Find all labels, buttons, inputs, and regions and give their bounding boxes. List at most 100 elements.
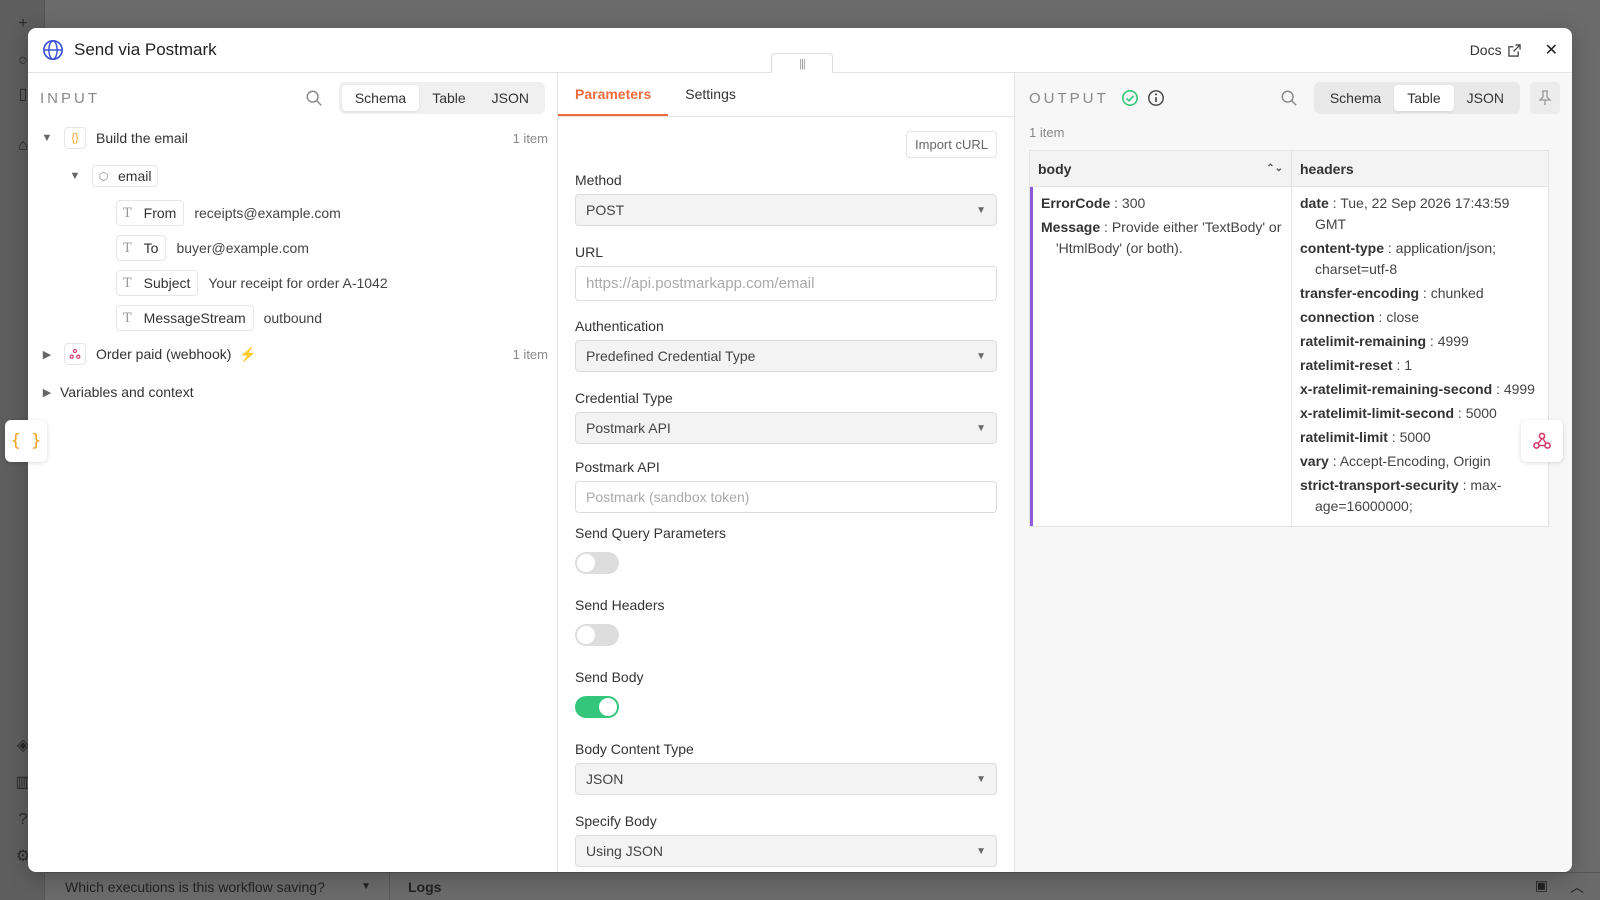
specify-body-value: Using JSON bbox=[586, 843, 664, 859]
docs-link[interactable]: Docs bbox=[1470, 42, 1521, 58]
credential-type-label: Credential Type bbox=[575, 390, 673, 406]
collapse-icon[interactable]: ⌃⌄ bbox=[1266, 163, 1283, 174]
previous-node-button[interactable]: { } bbox=[5, 420, 47, 462]
kv-key: transfer-encoding bbox=[1300, 285, 1420, 301]
chevron-down-icon[interactable]: ▼ bbox=[40, 132, 54, 144]
email-node-label: email bbox=[114, 165, 159, 187]
input-view-json[interactable]: JSON bbox=[479, 85, 542, 111]
header-kv: x-ratelimit-remaining-second : 4999 bbox=[1300, 381, 1535, 397]
input-view-schema[interactable]: Schema bbox=[341, 85, 420, 111]
header-kv: vary : Accept-Encoding, Origin bbox=[1300, 453, 1491, 469]
credential-type-value: Postmark API bbox=[586, 420, 671, 436]
body-content-type-select[interactable]: JSON ▼ bbox=[575, 763, 997, 795]
item-count: 1 item bbox=[512, 130, 548, 146]
input-pane: INPUT Schema Table JSON ▼ {} Build the e… bbox=[28, 73, 558, 872]
authentication-select[interactable]: Predefined Credential Type ▼ bbox=[575, 340, 997, 372]
globe-icon bbox=[43, 40, 63, 60]
chevron-right-icon[interactable]: ▶ bbox=[40, 386, 54, 399]
tab-settings[interactable]: Settings bbox=[668, 73, 753, 116]
output-label: OUTPUT bbox=[1029, 89, 1109, 107]
webhook-icon bbox=[64, 343, 86, 365]
node-modal: Send via Postmark Docs ✕ ||| INPUT Schem… bbox=[28, 28, 1572, 872]
column-header-headers[interactable]: headers bbox=[1292, 151, 1548, 186]
kv-key: vary bbox=[1300, 453, 1329, 469]
specify-body-select[interactable]: Using JSON ▼ bbox=[575, 835, 997, 867]
next-node-button[interactable] bbox=[1521, 420, 1563, 462]
authentication-label: Authentication bbox=[575, 318, 664, 334]
table-row: ErrorCode : 300 Message : Provide either… bbox=[1030, 187, 1548, 526]
chevron-down-icon[interactable]: ▼ bbox=[68, 170, 82, 182]
output-view-schema[interactable]: Schema bbox=[1317, 85, 1394, 111]
send-headers-label: Send Headers bbox=[575, 597, 665, 613]
close-icon[interactable]: ✕ bbox=[1545, 40, 1558, 60]
text-type-icon: T bbox=[123, 240, 132, 256]
header-kv: connection : close bbox=[1300, 309, 1420, 325]
field-value: buyer@example.com bbox=[176, 240, 309, 256]
output-table: body ⌃⌄ headers ErrorCode : 300 Message … bbox=[1029, 150, 1549, 527]
docs-label: Docs bbox=[1469, 42, 1502, 58]
info-icon[interactable] bbox=[1147, 89, 1165, 107]
popout-icon[interactable]: ▣ bbox=[1535, 877, 1548, 897]
body-content-type-value: JSON bbox=[586, 771, 624, 787]
postmark-api-placeholder: Postmark (sandbox token) bbox=[586, 489, 750, 505]
parameters-pane: Parameters Settings Import cURL Method P… bbox=[558, 73, 1015, 872]
field-row-from[interactable]: T From receipts@example.com bbox=[116, 200, 341, 226]
kv-key: ErrorCode bbox=[1041, 195, 1111, 211]
input-view-table[interactable]: Table bbox=[419, 85, 478, 111]
pin-button[interactable] bbox=[1530, 82, 1560, 114]
output-view-switcher: Schema Table JSON bbox=[1313, 82, 1520, 114]
chevron-right-icon[interactable]: ▶ bbox=[40, 348, 54, 361]
pin-icon bbox=[1538, 90, 1552, 105]
method-label: Method bbox=[575, 172, 622, 188]
send-body-toggle[interactable] bbox=[575, 696, 619, 718]
tree-node-order-paid[interactable]: ▶ Order paid (webhook) ⚡ 1 item bbox=[40, 343, 548, 365]
authentication-value: Predefined Credential Type bbox=[586, 348, 756, 364]
search-icon[interactable] bbox=[1280, 89, 1298, 107]
variables-label: Variables and context bbox=[60, 384, 194, 400]
field-value: outbound bbox=[263, 310, 323, 326]
url-label: URL bbox=[575, 244, 604, 260]
search-icon[interactable] bbox=[305, 89, 323, 107]
send-headers-toggle[interactable] bbox=[575, 624, 619, 646]
item-count: 1 item bbox=[512, 346, 548, 362]
import-curl-button[interactable]: Import cURL bbox=[906, 131, 997, 158]
method-select[interactable]: POST ▼ bbox=[575, 194, 997, 226]
chevron-up-icon[interactable]: ︿ bbox=[1570, 877, 1584, 897]
text-type-icon: T bbox=[123, 275, 132, 291]
field-row-subject[interactable]: T Subject Your receipt for order A-1042 bbox=[116, 270, 388, 296]
postmark-api-label: Postmark API bbox=[575, 459, 660, 475]
tree-node-variables[interactable]: ▶ Variables and context bbox=[40, 384, 194, 400]
field-row-to[interactable]: T To buyer@example.com bbox=[116, 235, 309, 261]
output-pane: OUTPUT Schema Table JSON 1 item body ⌃⌄ … bbox=[1015, 73, 1572, 872]
body-kv: ErrorCode : 300 bbox=[1041, 195, 1146, 211]
kv-key: connection bbox=[1300, 309, 1375, 325]
kv-value: 5000 bbox=[1399, 429, 1431, 445]
kv-key: Message bbox=[1041, 219, 1101, 235]
tree-node-email[interactable]: ▼ ⬡ email bbox=[68, 165, 159, 187]
send-query-toggle[interactable] bbox=[575, 552, 619, 574]
success-check-icon bbox=[1121, 89, 1138, 107]
chevron-down-icon: ▼ bbox=[976, 350, 986, 362]
column-header-body[interactable]: body ⌃⌄ bbox=[1030, 151, 1292, 186]
column-header-headers-label: headers bbox=[1300, 160, 1354, 177]
header-kv: transfer-encoding : chunked bbox=[1300, 285, 1484, 301]
method-value: POST bbox=[586, 202, 625, 218]
braces-icon: {} bbox=[64, 127, 86, 149]
text-type-icon: T bbox=[123, 310, 132, 326]
kv-key: strict-transport-security bbox=[1300, 477, 1459, 493]
kv-key: date bbox=[1300, 195, 1329, 211]
order-paid-label: Order paid (webhook) bbox=[96, 346, 232, 362]
credential-type-select[interactable]: Postmark API ▼ bbox=[575, 412, 997, 444]
output-view-json[interactable]: JSON bbox=[1454, 85, 1517, 111]
output-item-count: 1 item bbox=[1029, 125, 1065, 140]
executions-question[interactable]: Which executions is this workflow saving… bbox=[45, 873, 390, 900]
field-row-messagestream[interactable]: T MessageStream outbound bbox=[116, 305, 322, 331]
postmark-api-input[interactable]: Postmark (sandbox token) bbox=[575, 481, 997, 513]
drag-handle[interactable]: ||| bbox=[771, 53, 833, 73]
url-placeholder: https://api.postmarkapp.com/email bbox=[586, 275, 815, 292]
url-input[interactable]: https://api.postmarkapp.com/email bbox=[575, 266, 997, 301]
tree-node-build-email[interactable]: ▼ {} Build the email 1 item bbox=[40, 127, 548, 149]
output-view-table[interactable]: Table bbox=[1394, 85, 1454, 111]
logs-label[interactable]: Logs bbox=[390, 879, 441, 895]
tab-parameters[interactable]: Parameters bbox=[558, 73, 669, 116]
